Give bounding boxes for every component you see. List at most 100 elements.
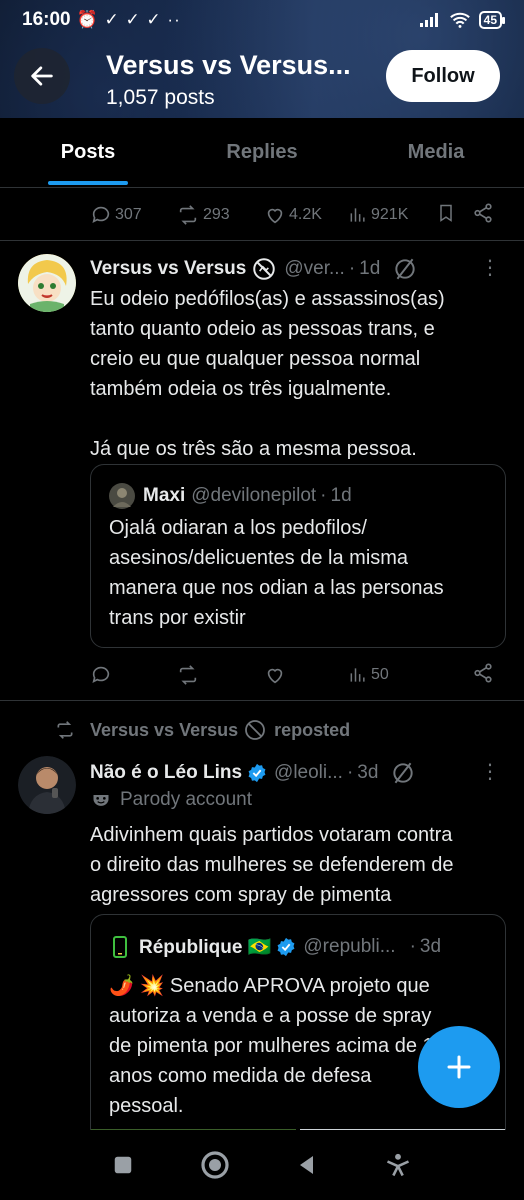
quote-header: Maxi @devilonepilot · 1d <box>109 483 352 509</box>
repost-icon <box>57 721 73 739</box>
repost-icon <box>179 665 197 685</box>
verified-badge-icon <box>248 763 266 783</box>
analytics-icon <box>350 208 365 222</box>
bookmark-icon <box>440 204 452 222</box>
repost-suffix: reposted <box>274 719 351 740</box>
avatar[interactable] <box>18 254 76 312</box>
tweet-line: Já que os três são a mesma pessoa. <box>90 438 417 460</box>
parody-label: Parody account <box>90 789 252 811</box>
tab-replies[interactable]: Replies <box>176 118 348 187</box>
plus-icon <box>447 1055 471 1079</box>
mask-icon <box>93 795 109 806</box>
quote-author-name: Maxi <box>143 485 186 506</box>
tweet-line: o direito das mulheres se defenderem de <box>90 854 454 876</box>
share-button[interactable] <box>472 202 494 229</box>
quoted-tweet[interactable]: Maxi @devilonepilot · 1d Ojalá odiaran a… <box>90 464 506 648</box>
signal-icon <box>419 13 438 27</box>
reply-button[interactable]: 307 <box>90 204 142 226</box>
repost-by[interactable]: Versus vs Versus <box>90 720 238 741</box>
reply-count: 307 <box>115 206 142 223</box>
tweet-line: tanto quanto odeio as pessoas trans, e <box>90 318 435 340</box>
profile-tabs: Posts Replies Media <box>0 118 524 188</box>
tweet-text: Adivinhem quais partidos votaram contra … <box>90 820 510 910</box>
view-count: 50 <box>371 666 389 683</box>
grok-icon[interactable] <box>392 256 418 282</box>
no-entry-icon <box>253 258 276 280</box>
compose-button[interactable] <box>418 1026 500 1108</box>
quote-line: autoriza a venda e a posse de spray <box>109 1005 432 1027</box>
views-button[interactable]: 50 <box>348 665 389 685</box>
bookmark-button[interactable] <box>436 202 456 229</box>
repost-indicator: Versus vs Versus reposted <box>54 718 350 742</box>
back-button[interactable] <box>14 48 70 104</box>
avatar-image <box>18 254 76 312</box>
tweet-line: agressores com spray de pimenta <box>90 884 392 906</box>
quote-time: 3d <box>419 936 442 957</box>
repost-icon <box>179 205 197 225</box>
accessibility-icon[interactable] <box>384 1151 412 1179</box>
quote-time: 1d <box>330 485 352 506</box>
tweet-line: Adivinhem quais partidos votaram contra <box>90 824 453 846</box>
wifi-icon <box>449 12 470 28</box>
share-icon <box>474 202 492 223</box>
tweet-header: Versus vs Versus @ver... · 1d <box>90 256 418 282</box>
clock: 16:00 <box>22 9 71 30</box>
quote-text: Ojalá odiaran a los pedofilos/ asesinos/… <box>109 513 489 633</box>
recent-apps-icon[interactable] <box>112 1154 134 1176</box>
repost-button[interactable]: 293 <box>176 204 230 226</box>
avatar-image <box>18 756 76 814</box>
reply-icon <box>92 206 110 223</box>
heart-icon <box>267 668 283 684</box>
author-handle[interactable]: @ver... <box>284 258 344 280</box>
more-options-icon[interactable]: ⋮ <box>480 258 500 278</box>
no-entry-icon <box>245 720 266 740</box>
tweet-line: Eu odeio pedófilos(as) e assassinos(as) <box>90 288 445 310</box>
like-button[interactable]: 4.2K <box>264 204 322 226</box>
quote-author-name: République 🇧🇷 <box>139 937 272 958</box>
share-button[interactable] <box>472 662 494 689</box>
author-name[interactable]: Versus vs Versus <box>90 258 246 280</box>
status-bar: 16:00 ⏰ ✓ ✓ ✓ ·· 45 <box>0 0 524 40</box>
reply-icon <box>92 666 110 683</box>
repost-button[interactable] <box>176 664 200 686</box>
avatar[interactable] <box>18 756 76 814</box>
back-triangle-icon[interactable] <box>295 1153 319 1177</box>
quote-line: manera que nos odian a las personas <box>109 577 444 599</box>
grok-icon[interactable] <box>390 760 416 786</box>
view-count: 921K <box>371 206 409 223</box>
tweet-line: também odeia os três igualmente. <box>90 378 392 400</box>
author-name[interactable]: Não é o Léo Lins <box>90 762 242 784</box>
battery-indicator: 45 <box>478 11 506 29</box>
parody-text: Parody account <box>120 789 253 810</box>
quote-header: République 🇧🇷 @republi... · 3d <box>109 935 441 959</box>
profile-title: Versus vs Versus... <box>106 50 351 80</box>
quote-line: trans por existir <box>109 607 246 629</box>
reply-button[interactable] <box>90 664 112 686</box>
analytics-icon <box>350 668 365 682</box>
tab-posts[interactable]: Posts <box>0 118 176 187</box>
follow-button[interactable]: Follow <box>386 50 500 102</box>
home-icon[interactable] <box>199 1149 231 1181</box>
notification-icons: ⏰ ✓ ✓ ✓ ·· <box>76 10 181 29</box>
quote-line: 🌶️ 💥 Senado APROVA projeto que <box>109 975 430 997</box>
previous-tweet-actions: 307 293 4.2K 921K <box>90 202 510 228</box>
repost-count: 293 <box>203 206 230 223</box>
tweet-actions: 50 <box>90 662 510 688</box>
author-handle[interactable]: @leoli... <box>274 762 343 784</box>
heart-icon <box>267 208 283 224</box>
like-count: 4.2K <box>289 206 322 223</box>
system-nav-bar <box>0 1130 524 1200</box>
tweet[interactable]: Versus vs Versus @ver... · 1d ⋮ Eu odeio… <box>0 240 524 700</box>
more-options-icon[interactable]: ⋮ <box>480 762 500 782</box>
tweet-header: Não é o Léo Lins @leoli... · 3d <box>90 760 416 786</box>
phone-icon <box>113 936 127 958</box>
tab-media[interactable]: Media <box>348 118 524 187</box>
tweet-line: creio eu que qualquer pessoa normal <box>90 348 421 370</box>
views-button[interactable]: 921K <box>348 205 408 225</box>
like-button[interactable] <box>264 664 286 686</box>
share-icon <box>474 662 492 683</box>
quote-line: Ojalá odiaran a los pedofilos/ <box>109 517 367 539</box>
verified-badge-icon <box>277 937 295 957</box>
quote-line: asesinos/delicuentes de la misma <box>109 547 409 569</box>
tweet-text: Eu odeio pedófilos(as) e assassinos(as) … <box>90 284 510 464</box>
